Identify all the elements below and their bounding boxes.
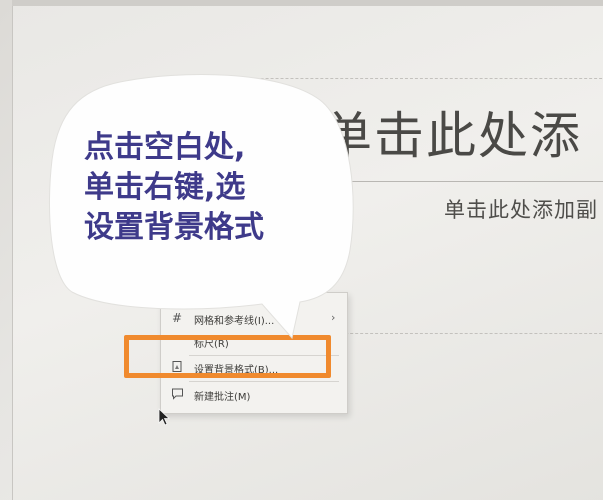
menu-separator	[189, 381, 339, 382]
annotation-line: 单击右键,选	[84, 170, 246, 205]
grid-icon: #	[171, 311, 183, 325]
comment-icon	[170, 387, 184, 401]
screen: 单击此处添 单击此处添加副 # 网格和参考线(I)... › 标尺(R) 设置背…	[0, 0, 603, 500]
ribbon-edge	[12, 0, 603, 6]
annotation-line: 点击空白处,	[84, 130, 246, 165]
annotation-line: 设置背景格式	[84, 210, 264, 245]
menu-item-grid-and-guides[interactable]: # 网格和参考线(I)... ›	[161, 308, 347, 330]
chevron-right-icon: ›	[331, 311, 336, 324]
menu-item-new-comment[interactable]: 新建批注(M)	[161, 384, 347, 406]
mouse-pointer-icon	[158, 408, 171, 426]
menu-item-label: 新建批注(M)	[194, 392, 251, 403]
highlight-box	[124, 335, 331, 378]
title-divider	[330, 181, 603, 182]
subtitle-placeholder[interactable]: 单击此处添加副	[444, 194, 598, 224]
annotation-text: 点击空白处, 单击右键,选 设置背景格式	[84, 128, 324, 248]
title-placeholder[interactable]: 单击此处添	[322, 96, 582, 168]
menu-item-label: 网格和参考线(I)...	[194, 316, 275, 327]
